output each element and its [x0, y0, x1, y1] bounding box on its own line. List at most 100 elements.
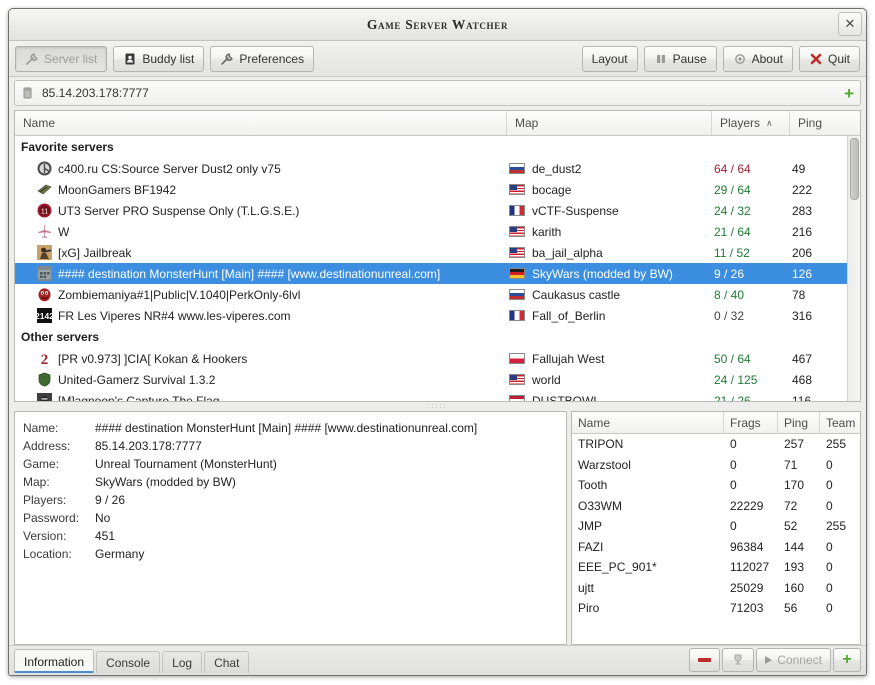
tab-chat[interactable]: Chat — [204, 651, 250, 673]
server-list-button[interactable]: Server list — [15, 45, 108, 72]
player-frags-cell: 25029 — [730, 580, 764, 595]
column-header-ping[interactable]: Ping — [790, 111, 850, 135]
column-header-map-label: Map — [515, 116, 539, 130]
player-row[interactable]: FAZI 96384 144 0 — [572, 537, 860, 558]
tab-information[interactable]: Information — [14, 649, 95, 673]
tab-chat-label: Chat — [214, 655, 240, 670]
server-ping-cell: 206 — [792, 245, 813, 260]
add-button[interactable]: + — [833, 648, 861, 672]
preferences-button[interactable]: Preferences — [210, 45, 315, 72]
about-button[interactable]: About — [722, 45, 793, 72]
server-list-scrollbar[interactable] — [847, 136, 860, 401]
quit-button[interactable]: Quit — [798, 45, 860, 72]
pause-button[interactable]: Pause — [643, 45, 717, 72]
server-row[interactable]: 2142 FR Les Viperes NR#4 www.les-viperes.… — [15, 305, 860, 326]
player-row[interactable]: TRIPON 0 257 255 — [572, 434, 860, 455]
players-table-body: TRIPON 0 257 255 Warzstool 0 71 0 Tooth 0 170 0 O33W… — [572, 434, 860, 619]
server-map-cell: Fall_of_Berlin — [507, 309, 712, 323]
player-name-cell: Piro — [578, 601, 600, 616]
panel-splitter[interactable]: ::::: — [14, 402, 861, 411]
column-header-players[interactable]: Players ∧ — [712, 111, 790, 135]
server-row[interactable]: [xG] Jailbreak ba_jail_alpha 11 / 52 206 — [15, 242, 860, 263]
player-team-cell: 0 — [826, 498, 833, 513]
address-bar[interactable]: 85.14.203.178:7777 + — [14, 80, 861, 106]
players-column-frags[interactable]: Frags — [724, 412, 778, 433]
server-name-cell: MoonGamers BF1942 — [15, 182, 507, 197]
server-name-cell: #### destination MonsterHunt [Main] ####… — [15, 266, 507, 281]
info-row: Name: #### destination MonsterHunt [Main]… — [23, 419, 558, 437]
cs-icon — [37, 245, 52, 260]
player-row[interactable]: Warzstool 0 71 0 — [572, 455, 860, 476]
player-ping-cell: 170 — [784, 478, 805, 493]
server-row[interactable]: Wkarith 21 / 64 216 — [15, 221, 860, 242]
server-ping-cell: 468 — [792, 372, 813, 387]
player-row[interactable]: Tooth 0 170 0 — [572, 475, 860, 496]
players-column-name-label: Name — [578, 415, 611, 430]
plus-green-icon: + — [842, 651, 852, 668]
server-name-cell: [M]agnoon's Capture The Flag — [15, 393, 507, 401]
server-group-header[interactable]: Other servers — [15, 326, 860, 348]
player-row[interactable]: O33WM 22229 72 0 — [572, 496, 860, 517]
server-group-header[interactable]: Favorite servers — [15, 136, 860, 158]
remove-button[interactable] — [689, 648, 721, 672]
server-name-label: [M]agnoon's Capture The Flag — [58, 393, 220, 402]
buddy-list-button-label: Buddy list — [142, 51, 195, 66]
player-name-cell: TRIPON — [578, 437, 624, 452]
player-ping-cell: 144 — [784, 539, 805, 554]
server-row[interactable]: MoonGamers BF1942 bocage 29 / 64 222 — [15, 179, 860, 200]
player-row[interactable]: EEE_PC_901* 112027 193 0 — [572, 557, 860, 578]
connect-button-label: Connect — [777, 653, 822, 667]
window-title: Game Server Watcher — [366, 16, 509, 32]
tab-log[interactable]: Log — [162, 651, 203, 673]
flag-icon-pl — [509, 353, 525, 364]
player-team-cell: 255 — [826, 437, 847, 452]
info-row-label: Location: — [23, 547, 72, 561]
server-map-label: Caukasus castle — [532, 287, 621, 302]
server-row[interactable]: United-Gamerz Survival 1.3.2 world 24 / 12… — [15, 369, 860, 390]
scrollbar-thumb[interactable] — [850, 138, 859, 200]
server-players-cell: 21 / 26 — [714, 393, 751, 402]
info-row-label: Version: — [23, 529, 67, 543]
flag-icon-fr — [509, 205, 525, 216]
player-name-cell: Tooth — [578, 478, 608, 493]
players-column-team[interactable]: Team — [820, 412, 860, 433]
server-row[interactable]: 2 [PR v0.973] ]CIA[ Kokan & Hookers Falluj… — [15, 348, 860, 369]
trophy-icon — [734, 654, 742, 665]
info-row: Location: Germany — [23, 545, 558, 563]
player-row[interactable]: Piro 71203 56 0 — [572, 598, 860, 619]
player-row[interactable]: ujtt 25029 160 0 — [572, 578, 860, 599]
server-row[interactable]: Zombiemaniya#1|Public|V.1040|PerkOnly-6l… — [15, 284, 860, 305]
info-icon — [733, 52, 747, 66]
layout-button[interactable]: Layout — [581, 45, 638, 72]
add-server-icon[interactable]: + — [844, 85, 854, 102]
player-name-cell: ujtt — [578, 580, 595, 595]
info-row: Version: 451 — [23, 527, 558, 545]
player-name-cell: O33WM — [578, 498, 623, 513]
player-name-cell: JMP — [578, 519, 602, 534]
player-row[interactable]: JMP 0 52 255 — [572, 516, 860, 537]
info-row-value: 451 — [95, 529, 116, 543]
info-row-label: Map: — [23, 475, 50, 489]
column-header-map[interactable]: Map — [507, 111, 712, 135]
players-column-name[interactable]: Name — [572, 412, 724, 433]
server-row[interactable]: [M]agnoon's Capture The Flag DUSTBOWL 21 /… — [15, 390, 860, 401]
server-name-cell: 2 [PR v0.973] ]CIA[ Kokan & Hookers — [15, 351, 507, 367]
server-map-cell: de_dust2 — [507, 162, 712, 176]
server-row[interactable]: #### destination MonsterHunt [Main] ####… — [15, 263, 860, 284]
players-column-ping[interactable]: Ping — [778, 412, 820, 433]
close-button[interactable]: ✕ — [838, 12, 862, 36]
server-players-cell: 24 / 125 — [714, 372, 758, 387]
server-row[interactable]: 11 UT3 Server PRO Suspense Only (T.L.G.S.… — [15, 200, 860, 221]
buddy-list-button[interactable]: Buddy list — [113, 45, 205, 72]
address-input[interactable]: 85.14.203.178:7777 — [42, 86, 837, 100]
server-name-label: [PR v0.973] ]CIA[ Kokan & Hookers — [58, 351, 248, 366]
server-row[interactable]: c400.ru CS:Source Server Dust2 only v75 d… — [15, 158, 860, 179]
lower-panes: Name: #### destination MonsterHunt [Main]… — [14, 411, 861, 645]
connect-button[interactable]: Connect — [756, 648, 831, 672]
trophy-button[interactable] — [722, 648, 755, 672]
server-name-label: c400.ru CS:Source Server Dust2 only v75 — [58, 161, 281, 176]
svg-text:11: 11 — [41, 208, 48, 215]
server-players-cell: 24 / 32 — [714, 203, 751, 218]
column-header-name[interactable]: Name — [15, 111, 507, 135]
tab-console[interactable]: Console — [96, 651, 161, 673]
